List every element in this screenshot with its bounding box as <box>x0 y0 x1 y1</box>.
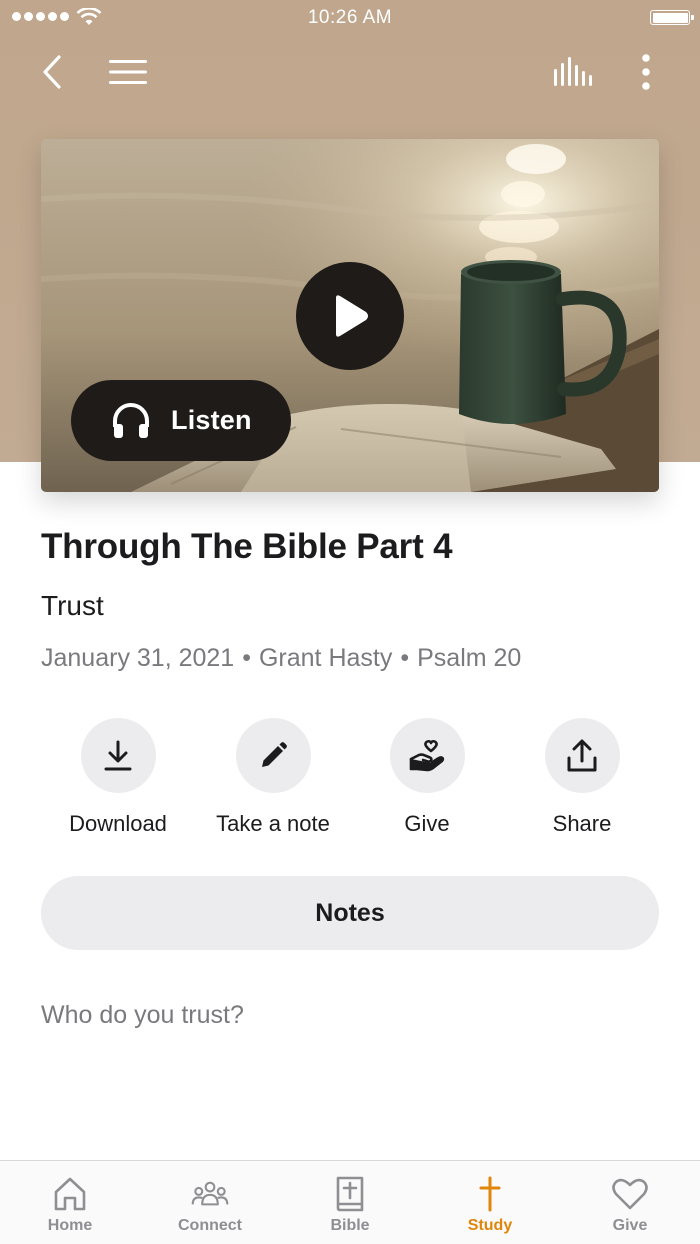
give-button[interactable] <box>389 718 465 793</box>
share-button[interactable] <box>544 718 620 793</box>
download-button[interactable] <box>80 718 156 793</box>
bible-icon <box>336 1176 364 1212</box>
listen-label: Listen <box>171 405 252 435</box>
cross-icon <box>479 1176 501 1212</box>
menu-button[interactable] <box>104 50 152 94</box>
sermon-date: January 31, 2021 <box>41 644 235 672</box>
status-bar: 10:26 AM <box>0 0 700 36</box>
menu-icon <box>109 60 147 84</box>
notes-prompt: Who do you trust? <box>41 1001 244 1029</box>
sermon-passage[interactable]: Psalm 20 <box>417 644 521 672</box>
share-icon <box>567 739 597 771</box>
notes-button[interactable]: Notes <box>41 876 659 950</box>
sermon-speaker[interactable]: Grant Hasty <box>259 644 392 672</box>
tab-bible-label: Bible <box>330 1217 370 1234</box>
pencil-icon <box>262 741 287 767</box>
take-note-label: Take a note <box>216 811 330 836</box>
tab-home[interactable]: Home <box>0 1161 140 1244</box>
tab-give-label: Give <box>612 1217 648 1234</box>
play-icon <box>336 295 368 337</box>
home-icon <box>54 1177 86 1211</box>
audio-bars-button[interactable] <box>548 50 596 94</box>
meta-separator: • <box>242 644 251 672</box>
share-label: Share <box>552 811 612 836</box>
audio-bars-icon <box>554 57 592 86</box>
tab-bar: Home Connect Bible Study Give <box>0 1160 700 1244</box>
back-button[interactable] <box>30 50 74 94</box>
share-action[interactable]: Share <box>502 718 662 837</box>
heart-icon <box>612 1178 648 1210</box>
hand-heart-icon <box>409 739 445 771</box>
status-time: 10:26 AM <box>307 7 393 28</box>
download-label: Download <box>69 811 167 836</box>
give-action[interactable]: Give <box>347 718 507 837</box>
more-vertical-icon <box>642 54 650 90</box>
download-action[interactable]: Download <box>38 718 198 837</box>
meta-separator: • <box>400 644 410 672</box>
take-note-button[interactable] <box>235 718 311 793</box>
tab-connect[interactable]: Connect <box>140 1161 280 1244</box>
tab-give[interactable]: Give <box>560 1161 700 1244</box>
sermon-meta: January 31, 2021 • Grant Hasty • Psalm 20 <box>41 644 521 673</box>
take-note-action[interactable]: Take a note <box>193 718 353 837</box>
more-options-button[interactable] <box>626 50 666 94</box>
tab-study[interactable]: Study <box>420 1161 560 1244</box>
play-button[interactable] <box>296 262 404 370</box>
headphones-icon <box>113 402 149 438</box>
sermon-title: Through The Bible Part 4 <box>41 527 453 566</box>
sermon-media-card[interactable]: Listen <box>41 139 659 492</box>
download-icon <box>104 740 132 770</box>
sermon-subtitle: Trust <box>41 590 104 621</box>
tab-connect-label: Connect <box>178 1217 242 1234</box>
back-icon <box>43 55 61 89</box>
give-label: Give <box>404 811 450 836</box>
listen-button[interactable]: Listen <box>71 380 291 461</box>
tab-bible[interactable]: Bible <box>280 1161 420 1244</box>
people-icon <box>191 1181 229 1206</box>
tab-home-label: Home <box>47 1217 93 1234</box>
tab-study-label: Study <box>467 1217 513 1234</box>
battery-icon <box>650 10 694 25</box>
